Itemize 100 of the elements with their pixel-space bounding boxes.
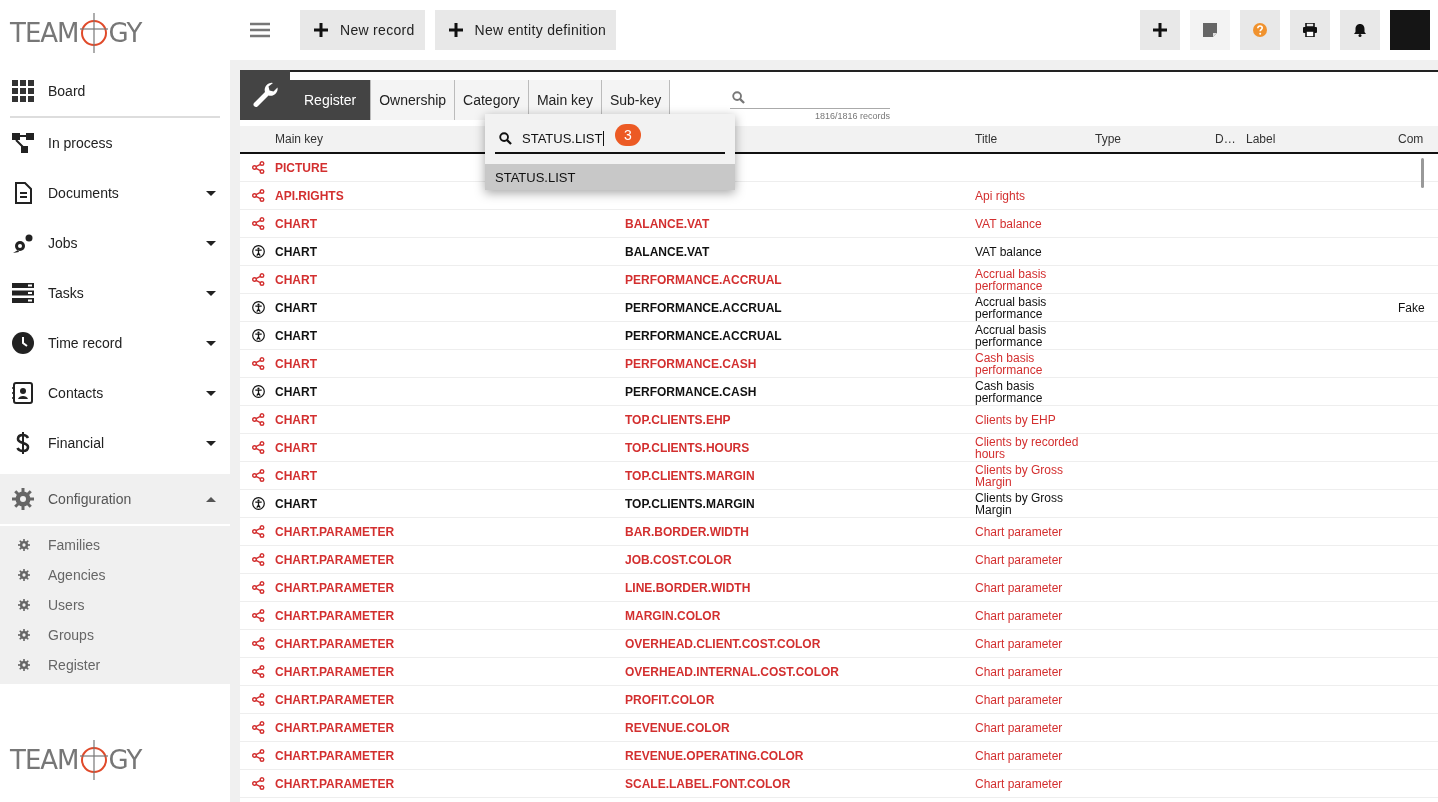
suggestion-item[interactable]: STATUS.LIST	[485, 164, 735, 190]
sidebar-subitem[interactable]: Agencies	[0, 560, 230, 590]
table-row[interactable]: CHART.PARAMETER REVENUE.OPERATING.COLOR Chart parameter	[240, 742, 1438, 770]
share-icon	[252, 609, 265, 622]
sidebar-subitem[interactable]: Groups	[0, 620, 230, 650]
table-row[interactable]: CHART PERFORMANCE.ACCRUAL Accrual basis performance Fake	[240, 294, 1438, 322]
table-row[interactable]: CHART BALANCE.VAT VAT balance	[240, 238, 1438, 266]
table-cell: PERFORMANCE.CASH	[625, 356, 757, 371]
table-cell: Chart parameter	[975, 524, 1063, 539]
accessibility-icon	[252, 497, 265, 510]
notifications-button[interactable]	[1340, 10, 1380, 50]
table-cell: Api rights	[975, 188, 1026, 203]
table-cell: PERFORMANCE.CASH	[625, 384, 757, 399]
sidebar-item[interactable]: Board	[0, 66, 230, 116]
table-cell: Fake	[1398, 300, 1425, 315]
table-cell: CHART	[275, 496, 317, 511]
table-cell: PICTURE	[275, 160, 328, 175]
table-row[interactable]: CHART TOP.CLIENTS.HOURS Clients by recorded hours	[240, 434, 1438, 462]
accessibility-icon	[252, 329, 265, 342]
column-header[interactable]: Type	[1095, 132, 1215, 146]
table-row[interactable]: CHART.PARAMETER OVERHEAD.CLIENT.COST.COLOR Chart parameter	[240, 630, 1438, 658]
contact-card-icon	[12, 382, 34, 404]
table-cell: BALANCE.VAT	[625, 244, 710, 259]
table-cell: Accrual basis performance	[975, 294, 1047, 321]
table-cell: CHART.PARAMETER	[275, 692, 395, 707]
share-icon	[252, 665, 265, 678]
table-cell: CHART	[275, 300, 317, 315]
table-row[interactable]: CHART PERFORMANCE.ACCRUAL Accrual basis performance	[240, 322, 1438, 350]
sidebar-item[interactable]: In process	[0, 118, 230, 168]
table-row[interactable]: CHART TOP.CLIENTS.MARGIN Clients by Gross Margin	[240, 490, 1438, 518]
column-header[interactable]: Com	[1398, 132, 1438, 146]
table-row[interactable]: CHART PERFORMANCE.CASH Cash basis performance	[240, 378, 1438, 406]
caret-up-icon	[206, 496, 216, 502]
table-row[interactable]: CHART.PARAMETER PROFIT.COLOR Chart parameter	[240, 686, 1438, 714]
table-cell: TOP.CLIENTS.EHP	[625, 412, 731, 427]
table-cell: VAT balance	[975, 216, 1042, 231]
table-cell: CHART	[275, 412, 317, 427]
table-cell: MARGIN.COLOR	[625, 608, 721, 623]
sidebar-item[interactable]: Jobs	[0, 218, 230, 268]
scrollbar[interactable]	[1421, 158, 1424, 188]
caret-down-icon	[206, 290, 216, 296]
table-row[interactable]: CHART.PARAMETER REVENUE.COLOR Chart parameter	[240, 714, 1438, 742]
grid-icon	[12, 80, 34, 102]
table-row[interactable]: CHART.PARAMETER LINE.BORDER.WIDTH Chart parameter	[240, 574, 1438, 602]
printer-icon	[1303, 23, 1317, 37]
sidebar-item[interactable]: Financial	[0, 418, 230, 468]
sidebar-item[interactable]: Contacts	[0, 368, 230, 418]
print-button[interactable]	[1290, 10, 1330, 50]
search-icon	[732, 90, 745, 104]
table-row[interactable]: CHART TOP.CLIENTS.MARGIN Clients by Gross Margin	[240, 462, 1438, 490]
table-cell: Clients by EHP	[975, 412, 1056, 427]
share-icon	[252, 469, 265, 482]
toolbar-button[interactable]: New entity definition	[434, 10, 617, 50]
logo-text: TEAM	[10, 745, 79, 775]
share-icon	[252, 441, 265, 454]
toolbar-button[interactable]: New record	[300, 10, 425, 50]
caret-down-icon	[206, 340, 216, 346]
accessibility-icon	[252, 301, 265, 314]
breadcrumb-step[interactable]: Ownership	[371, 80, 456, 120]
table-cell: Chart parameter	[975, 608, 1063, 623]
table-cell: CHART.PARAMETER	[275, 636, 395, 651]
add-button[interactable]	[1140, 10, 1180, 50]
table-row[interactable]: CHART.PARAMETER MARGIN.COLOR Chart parameter	[240, 602, 1438, 630]
column-header[interactable]: Label	[1246, 132, 1398, 146]
table-row[interactable]: CHART PERFORMANCE.ACCRUAL Accrual basis performance	[240, 266, 1438, 294]
breadcrumb-step[interactable]: Category	[455, 80, 529, 120]
sidebar-subitem[interactable]: Families	[0, 530, 230, 560]
sidebar-item[interactable]: Configuration	[0, 474, 230, 524]
sidebar-item[interactable]: Tasks	[0, 268, 230, 318]
plus-icon	[448, 23, 463, 37]
column-header[interactable]: D…	[1215, 132, 1246, 146]
bell-icon	[1353, 23, 1367, 37]
sidebar-item[interactable]: Time record	[0, 318, 230, 368]
table-row[interactable]: CHART TOP.CLIENTS.EHP Clients by EHP	[240, 406, 1438, 434]
table-cell: CHART.PARAMETER	[275, 776, 395, 791]
table-cell: JOB.COST.COLOR	[625, 552, 732, 567]
table-row[interactable]: CHART.PARAMETER JOB.COST.COLOR Chart parameter	[240, 546, 1438, 574]
table-row[interactable]: CHART.PARAMETER OVERHEAD.INTERNAL.COST.COLOR Chart parameter	[240, 658, 1438, 686]
table-cell: CHART	[275, 244, 317, 259]
table-cell: TOP.CLIENTS.MARGIN	[625, 496, 755, 511]
note-button[interactable]	[1190, 10, 1230, 50]
sidebar-subitem[interactable]: Users	[0, 590, 230, 620]
table-row[interactable]: CHART.PARAMETER SCALE.LABEL.FONT.COLOR Chart parameter	[240, 770, 1438, 798]
table-cell: CHART	[275, 468, 317, 483]
table-cell: OVERHEAD.INTERNAL.COST.COLOR	[625, 664, 839, 679]
table-row[interactable]: CHART.PARAMETER BAR.BORDER.WIDTH Chart parameter	[240, 518, 1438, 546]
breadcrumb-step[interactable]: Register	[290, 80, 372, 120]
table-cell: CHART.PARAMETER	[275, 552, 395, 567]
share-icon	[252, 581, 265, 594]
table-row[interactable]: CHART PERFORMANCE.CASH Cash basis performance	[240, 350, 1438, 378]
stack-icon	[12, 282, 34, 304]
table-row[interactable]: CHART BALANCE.VAT VAT balance	[240, 210, 1438, 238]
share-icon	[252, 189, 265, 202]
share-icon	[252, 721, 265, 734]
table-cell: PERFORMANCE.ACCRUAL	[625, 328, 782, 343]
table-cell: Cash basis performance	[975, 378, 1043, 405]
menu-icon[interactable]	[250, 22, 270, 38]
sidebar-subitem[interactable]: Register	[0, 650, 230, 680]
column-header[interactable]: Title	[975, 132, 1095, 146]
sidebar-item[interactable]: Documents	[0, 168, 230, 218]
